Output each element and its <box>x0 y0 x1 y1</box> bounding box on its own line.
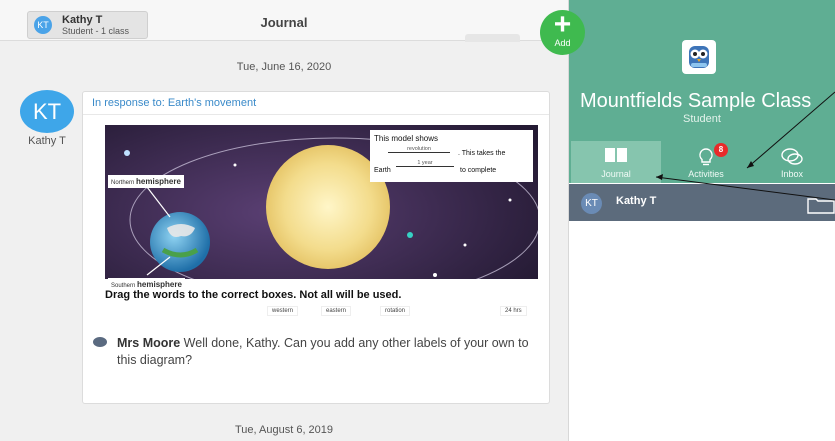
comment-icon <box>93 337 107 347</box>
tab-activities[interactable]: Activities <box>661 141 751 183</box>
member-name: Kathy T <box>616 195 657 207</box>
answer-box-revolution[interactable]: revolution <box>388 146 450 153</box>
class-role: Student <box>683 113 721 125</box>
author-name: Kathy T <box>28 135 66 147</box>
entry-date: Tue, August 6, 2019 <box>234 424 334 436</box>
word-chip[interactable]: 24 hrs <box>500 306 527 316</box>
book-icon <box>571 147 661 168</box>
activity-instruction: Drag the words to the correct boxes. Not… <box>105 289 402 301</box>
word-chip[interactable]: rotation <box>380 306 411 316</box>
class-name: Mountfields Sample Class <box>580 90 812 112</box>
entry-date: Tue, June 16, 2020 <box>236 61 332 73</box>
northern-label-small: Northern <box>111 180 135 186</box>
class-header: Mountfields Sample Class Student <box>569 0 835 141</box>
model-text-line-1: This model shows <box>374 134 439 143</box>
southern-label-word: hemisphere <box>137 280 182 289</box>
earth-label: Earth <box>374 167 391 174</box>
page-title: Journal <box>260 15 308 30</box>
add-button[interactable]: + Add <box>540 10 585 55</box>
add-label: Add <box>554 38 571 48</box>
member-row[interactable]: KT Kathy T <box>569 184 835 221</box>
model-text-line-2: . This takes the <box>458 150 506 157</box>
class-owl-icon <box>682 40 716 74</box>
member-avatar: KT <box>581 193 602 214</box>
tab-label: Activities <box>688 169 724 179</box>
comment-text: Mrs Moore Well done, Kathy. Can you add … <box>117 335 537 369</box>
tab-journal[interactable]: Journal <box>571 141 661 183</box>
class-tabs: Journal Activities Inbox <box>569 141 835 183</box>
author-avatar: KT <box>20 90 74 133</box>
journal-entry-card[interactable]: In response to: Earth's movement This mo… <box>82 91 550 404</box>
tab-label: Journal <box>601 169 631 179</box>
folder-icon[interactable] <box>807 196 835 219</box>
word-chip[interactable]: western <box>267 306 299 316</box>
plus-icon: + <box>553 8 572 41</box>
answer-box-year[interactable]: 1 year <box>396 160 454 167</box>
header-tab-stub <box>465 34 520 42</box>
entry-header: In response to: Earth's movement <box>83 92 549 115</box>
northern-label-word: hemisphere <box>136 177 181 186</box>
journal-top-bar: KT Kathy T Student - 1 class Journal <box>0 0 568 42</box>
word-chip[interactable]: eastern <box>321 306 352 316</box>
tab-label: Inbox <box>780 169 804 179</box>
word-bank: western eastern rotation 24 hrs <box>105 305 538 319</box>
model-text-box: This model shows revolution . This takes… <box>370 130 533 182</box>
activities-badge: 8 <box>714 143 728 157</box>
journal-feed-panel: KT Kathy T Student - 1 class Journal Tue… <box>0 0 569 441</box>
comment-author: Mrs Moore <box>117 336 181 350</box>
tab-inbox[interactable]: Inbox <box>747 141 835 183</box>
class-panel: Mountfields Sample Class Student Journal… <box>569 0 835 441</box>
northern-hemisphere-label[interactable]: Northern hemisphere <box>108 175 184 188</box>
in-response-to-link[interactable]: In response to: Earth's movement <box>92 97 256 109</box>
model-text-line-3: to complete <box>460 167 497 174</box>
